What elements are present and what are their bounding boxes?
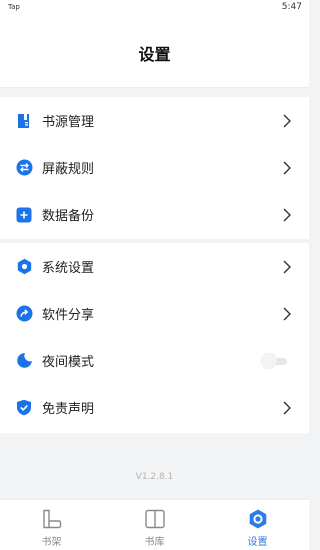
row-disclaimer[interactable]: 免责声明	[0, 384, 309, 431]
row-label-book-source: 书源管理	[42, 115, 95, 130]
chevron-right-icon	[283, 161, 291, 174]
row-label-block-rules: 屏蔽规则	[42, 162, 95, 177]
chevron-right-icon	[283, 401, 291, 414]
tab-label-bookshelf: 书架	[41, 537, 62, 548]
version-label: V1.2.8.1	[135, 472, 174, 482]
tab-label-library: 书库	[144, 537, 165, 548]
plus-square-icon	[15, 206, 33, 224]
row-book-source[interactable]: 书源管理	[0, 97, 309, 144]
row-share-app[interactable]: 软件分享	[0, 290, 309, 337]
tab-label-settings: 设置	[247, 537, 268, 548]
toggle-knob	[261, 352, 277, 369]
book-source-icon	[15, 112, 33, 130]
row-system-settings[interactable]: 系统设置	[0, 243, 309, 290]
share-arrow-icon	[15, 305, 33, 323]
header: 设置	[0, 16, 309, 88]
row-label-system-settings: 系统设置	[42, 261, 95, 276]
night-mode-toggle[interactable]	[261, 352, 289, 369]
swap-icon	[15, 159, 33, 177]
tab-settings[interactable]: 设置	[206, 500, 309, 550]
row-night-mode: 夜间模式	[0, 337, 309, 384]
shield-check-icon	[15, 399, 33, 417]
row-block-rules[interactable]: 屏蔽规则	[0, 144, 309, 191]
row-data-backup[interactable]: 数据备份	[0, 191, 309, 238]
status-carrier: Tap	[8, 3, 20, 11]
row-label-night-mode: 夜间模式	[42, 355, 95, 370]
chevron-right-icon	[283, 307, 291, 320]
hexagon-gear-icon	[15, 258, 33, 276]
moon-icon	[15, 352, 33, 370]
settings-group-2: 系统设置 软件分享 夜间模式 免责声明	[0, 243, 309, 433]
tab-library[interactable]: 书库	[103, 500, 206, 550]
chevron-right-icon	[283, 208, 291, 221]
book-open-icon	[145, 509, 165, 529]
row-label-disclaimer: 免责声明	[42, 402, 95, 417]
row-label-share-app: 软件分享	[42, 308, 95, 323]
tab-bookshelf[interactable]: 书架	[0, 500, 103, 550]
row-label-data-backup: 数据备份	[42, 209, 95, 224]
status-bar: Tap 5:47	[0, 0, 309, 16]
bottom-tab-bar: 书架 书库 设置	[0, 499, 309, 550]
settings-icon	[249, 509, 267, 529]
chevron-right-icon	[283, 114, 291, 127]
status-time: 5:47	[281, 2, 302, 12]
chevron-right-icon	[283, 260, 291, 273]
page-title: 设置	[138, 44, 171, 64]
settings-group-1: 书源管理 屏蔽规则 数据备份	[0, 97, 309, 239]
bookshelf-icon	[43, 509, 62, 529]
